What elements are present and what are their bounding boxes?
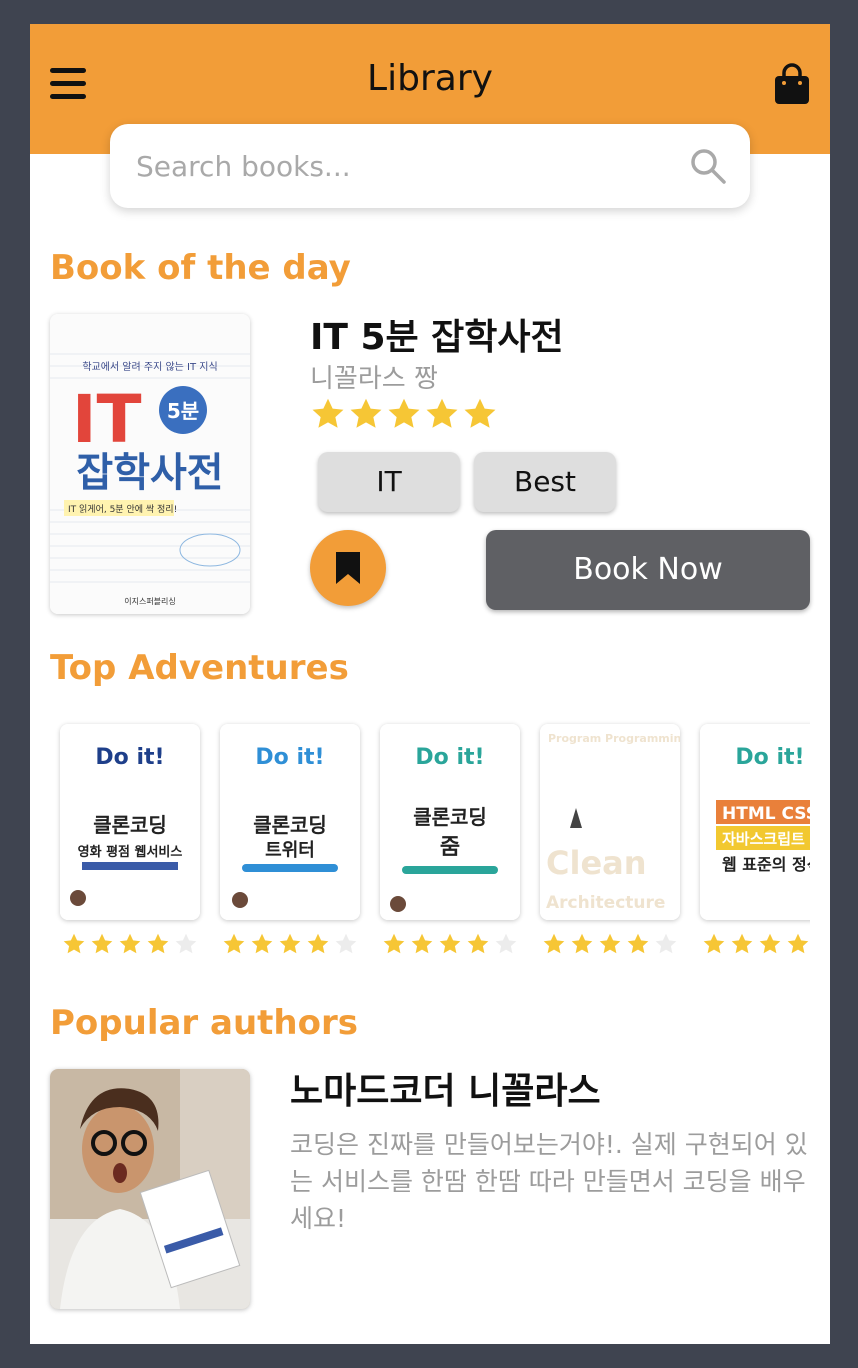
bookmark-icon [336,552,360,584]
cover-subtitle: 트위터 [265,840,315,861]
cover-subtitle-text: IT 읽게어, 5분 안에 싹 정리! [68,504,177,515]
cover-subtitle: 줌 [440,835,460,860]
cover-label: Do it! [735,745,804,770]
top-adventures-list[interactable]: Do it! 클론코딩 영화 평점 웹서비스 Do it! 클론코딩 트위터 D… [30,720,810,970]
star-filled-icon [759,933,781,954]
cover-title: HTML CSS [722,804,810,824]
cover-illustration: Do it! 클론코딩 영화 평점 웹서비스 [60,724,200,920]
star-filled-icon [731,933,753,954]
book-cover-illustration: 학교에서 알려 주지 않는 IT 지식 IT 5분 잡학사전 IT 읽게어, 5… [50,314,250,614]
cover-title-text: 잡학사전 [76,450,223,496]
star-filled-icon [571,933,593,954]
adventure-book-cover[interactable]: Do it! HTML CSS 자바스크립트 웹 표준의 정석 [700,724,810,920]
star-filled-icon [426,398,458,428]
star-filled-icon [119,933,141,954]
adventure-book-cover[interactable]: Program Programming Programmer Clean Arc… [540,724,680,920]
adventure-rating [222,932,358,956]
app-title: Library [367,58,493,99]
star-empty-icon [335,933,357,954]
star-filled-icon [350,398,382,428]
adventure-rating [702,932,810,956]
bookmark-button[interactable] [310,530,386,606]
star-empty-icon [175,933,197,954]
section-title-popular-authors: Popular authors [50,1003,358,1043]
star-filled-icon [411,933,433,954]
cover-big-text: IT [72,381,142,458]
cover-illustration: Program Programming Programmer Clean Arc… [540,724,680,920]
star-filled-icon [251,933,273,954]
adventure-rating [542,932,678,956]
cover-label: Program Programming Programmer [548,732,680,745]
tag-chip[interactable]: IT [318,452,460,512]
cover-label: Do it! [95,745,164,770]
cover-subtitle: 영화 평점 웹서비스 [78,844,183,860]
section-title-book-of-the-day: Book of the day [50,248,351,288]
cover-illustration: Do it! HTML CSS 자바스크립트 웹 표준의 정석 [700,724,810,920]
star-filled-icon [388,398,420,428]
adventure-book-cover[interactable]: Do it! 클론코딩 줌 [380,724,520,920]
cover-subtitle: 자바스크립트 [722,830,805,848]
cover-illustration: Do it! 클론코딩 줌 [380,724,520,920]
star-filled-icon [91,933,113,954]
star-filled-icon [464,398,496,428]
author-name: 노마드코더 니꼴라스 [290,1071,601,1112]
adventure-rating [62,932,198,956]
star-filled-icon [439,933,461,954]
cover-label: Do it! [255,745,324,770]
cover-subtitle: Architecture [546,893,665,913]
author-bio: 코딩은 진짜를 만들어보는거야!. 실제 구현되어 있는 서비스를 한땀 한땀 … [290,1130,808,1233]
star-filled-icon [147,933,169,954]
star-filled-icon [307,933,329,954]
cover-title: 클론코딩 [93,813,167,837]
book-author: 니꼴라스 짱 [310,364,438,394]
search-bar[interactable] [110,124,750,208]
search-input[interactable] [136,144,676,188]
cover-label: Do it! [415,745,484,770]
star-filled-icon [223,933,245,954]
cover-illustration: Do it! 클론코딩 트위터 [220,724,360,920]
star-empty-icon [495,933,517,954]
author-avatar-image [50,1069,250,1309]
book-now-button[interactable]: Book Now [486,530,810,610]
star-filled-icon [383,933,405,954]
cover-publisher-text: 이지스퍼블리싱 [124,596,176,606]
search-icon[interactable] [688,146,728,186]
book-rating [310,396,498,432]
adventure-rating [382,932,518,956]
star-empty-icon [655,933,677,954]
tag-chip[interactable]: Best [474,452,616,512]
section-title-top-adventures: Top Adventures [50,648,349,688]
adventure-book-cover[interactable]: Do it! 클론코딩 영화 평점 웹서비스 [60,724,200,920]
cover-title: Clean [546,844,647,882]
book-title: IT 5분 잡학사전 [310,317,564,358]
star-filled-icon [63,933,85,954]
cover-title: 클론코딩 [253,813,327,837]
cover-extra-text: 웹 표준의 정석 [722,855,810,874]
shopping-bag-icon[interactable] [772,62,812,106]
star-filled-icon [787,933,809,954]
cover-title: 클론코딩 [413,805,487,829]
author-photo[interactable] [50,1069,250,1309]
star-filled-icon [279,933,301,954]
star-filled-icon [467,933,489,954]
star-filled-icon [627,933,649,954]
star-filled-icon [543,933,565,954]
adventure-book-cover[interactable]: Do it! 클론코딩 트위터 [220,724,360,920]
star-filled-icon [703,933,725,954]
star-filled-icon [312,398,344,428]
cover-top-text: 학교에서 알려 주지 않는 IT 지식 [82,361,217,373]
library-screen: Library Book of the day 학교에서 알려 주지 않는 IT… [30,24,830,1344]
book-of-the-day-cover[interactable]: 학교에서 알려 주지 않는 IT 지식 IT 5분 잡학사전 IT 읽게어, 5… [50,314,250,614]
cover-badge-text: 5분 [167,399,199,423]
star-filled-icon [599,933,621,954]
